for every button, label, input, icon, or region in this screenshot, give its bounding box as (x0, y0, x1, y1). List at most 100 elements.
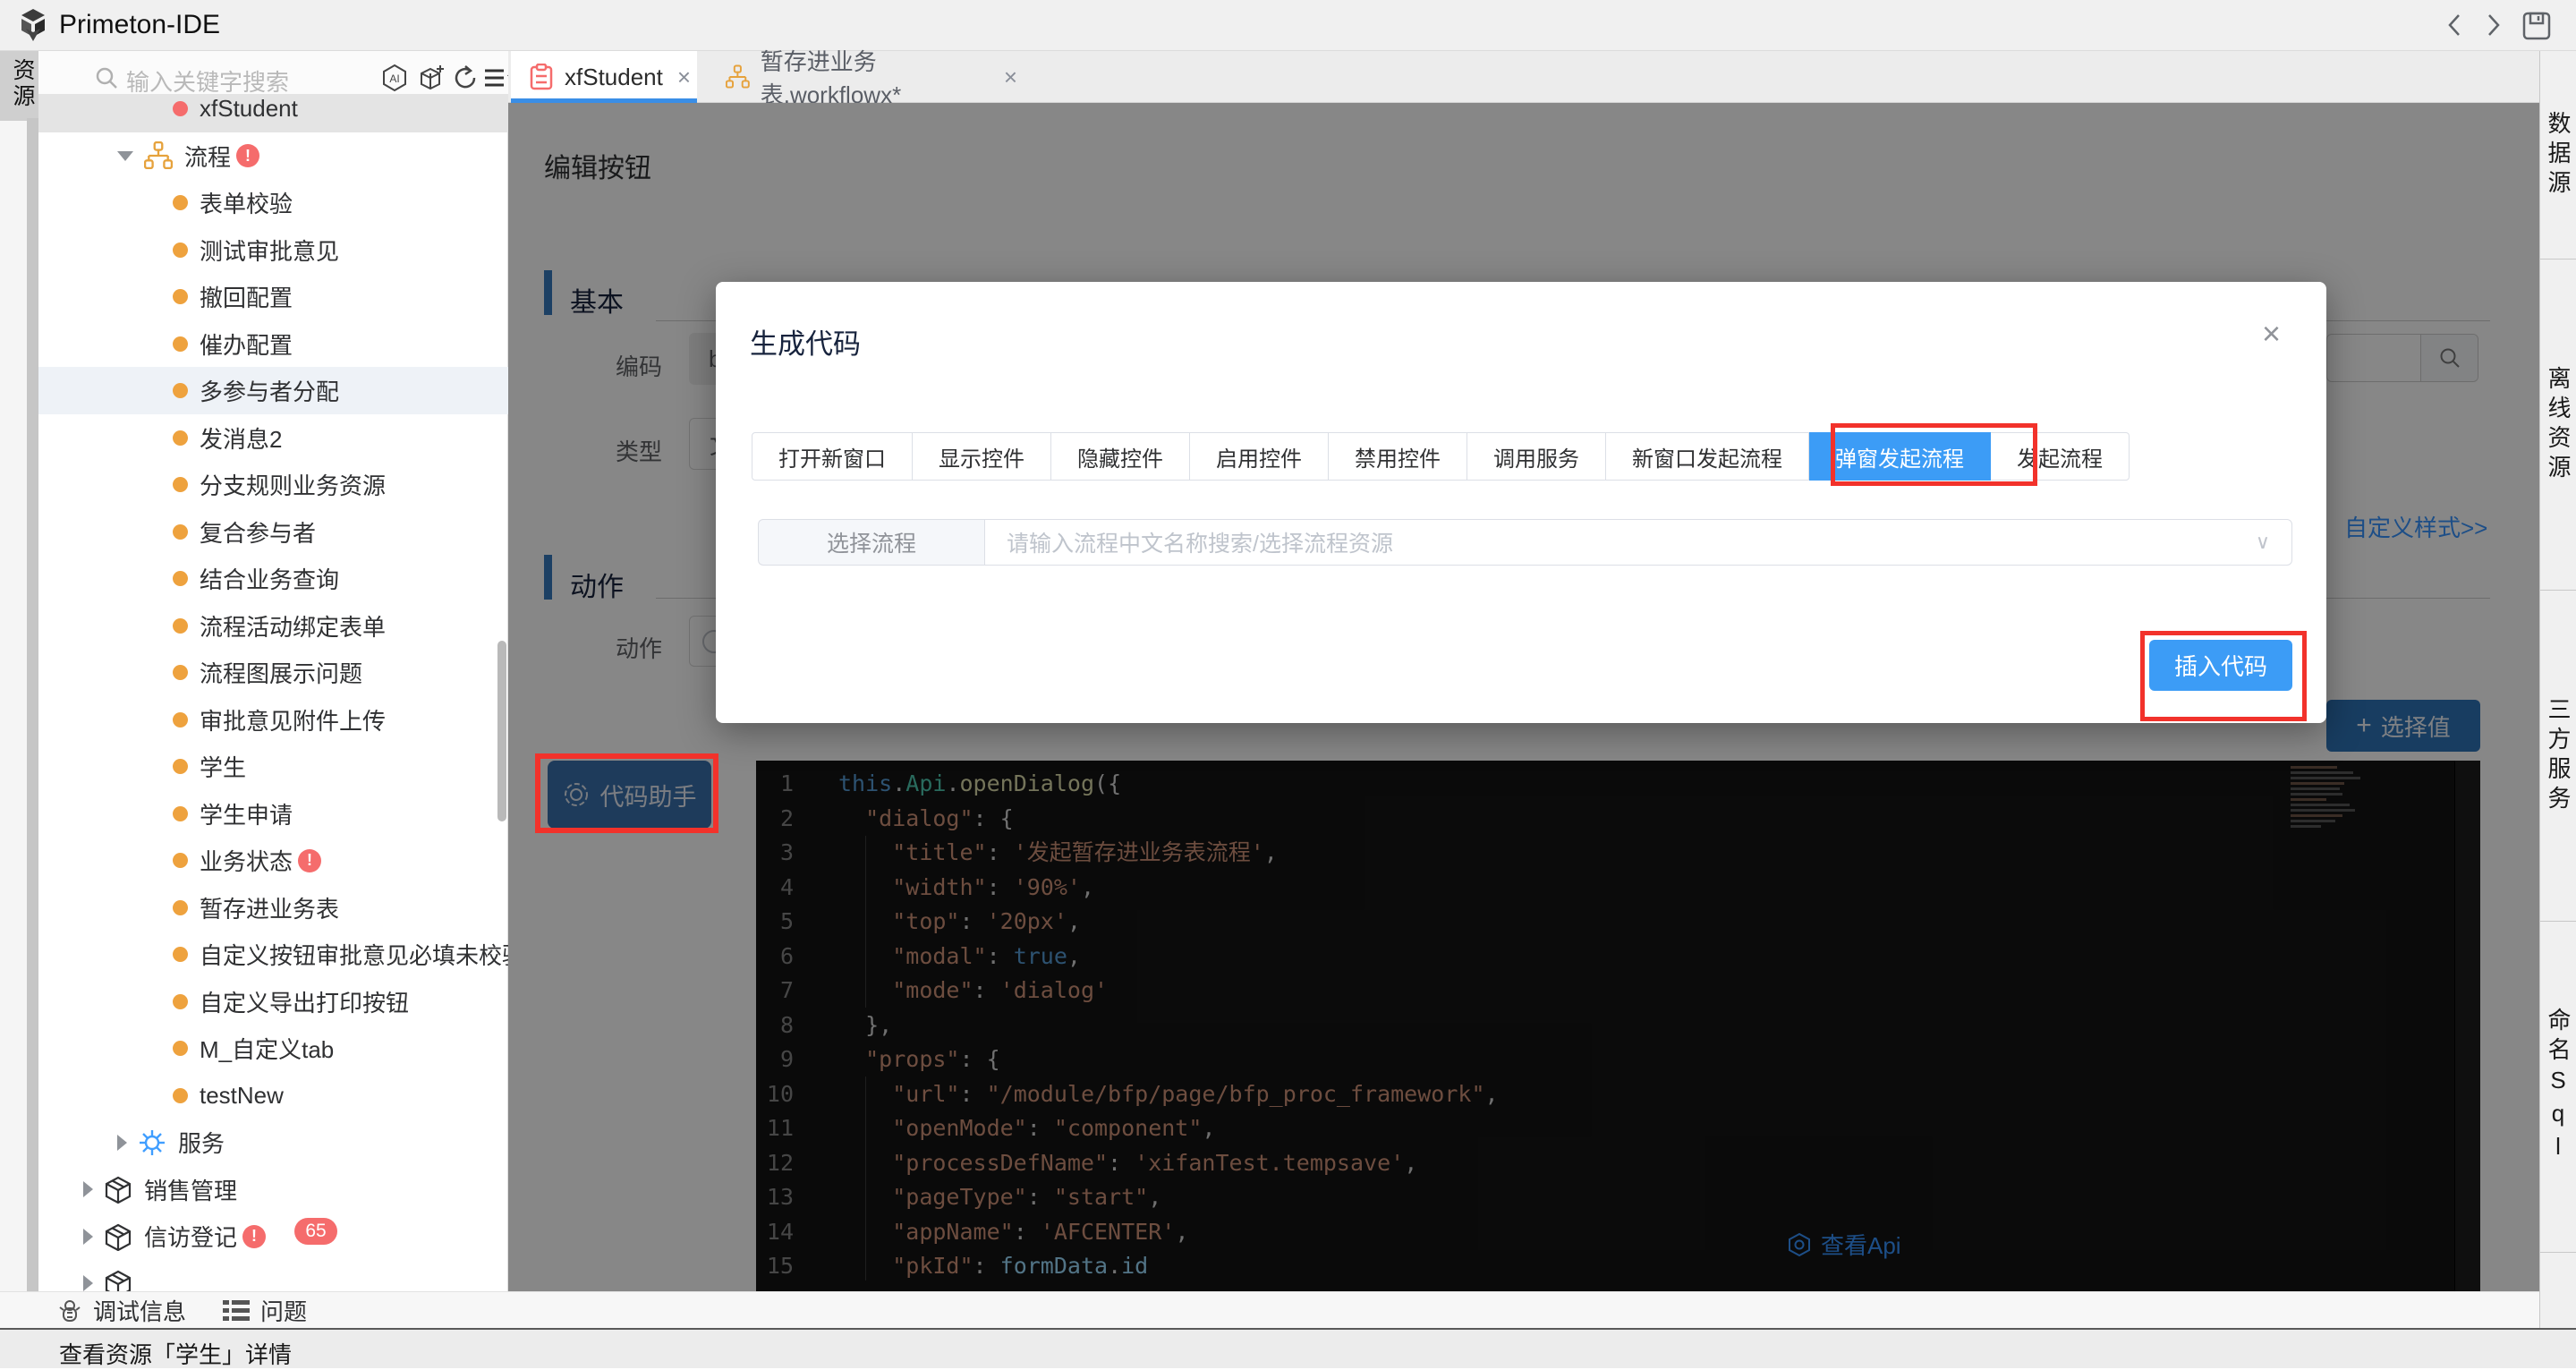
ai-icon[interactable]: AI (380, 64, 409, 92)
explorer-search-input[interactable]: 输入关键字搜索 (126, 64, 289, 98)
resource-dot-icon (173, 571, 188, 586)
tree-item-复合参与者[interactable]: 复合参与者 (38, 508, 508, 556)
status-bar: 查看资源「学生」详情 (0, 1328, 2576, 1368)
debug-info-item[interactable]: 调试信息 (55, 1292, 186, 1329)
action-tab-启用控件[interactable]: 启用控件 (1190, 432, 1329, 481)
action-tab-隐藏控件[interactable]: 隐藏控件 (1051, 432, 1190, 481)
tree-item-label: 信访登记 (144, 1220, 237, 1253)
app-logo-icon (14, 7, 52, 43)
tree-item-label: 多参与者分配 (200, 374, 339, 407)
tree-item-暂存进业务表[interactable]: 暂存进业务表 (38, 884, 508, 932)
right-rail-tab-数据源[interactable]: 数据源 (2540, 51, 2576, 260)
close-tab-icon[interactable]: × (1004, 64, 1017, 91)
tree-item-表单校验[interactable]: 表单校验 (38, 179, 508, 226)
form-icon (529, 64, 554, 90)
tree-item-分支规则业务资源[interactable]: 分支规则业务资源 (38, 461, 508, 508)
tree-item-服务[interactable]: 服务 (38, 1119, 508, 1166)
bug-icon (55, 1297, 84, 1325)
tree-item-发消息2[interactable]: 发消息2 (38, 414, 508, 462)
tree-item-信访登记[interactable]: 信访登记! (38, 1213, 508, 1260)
caret-right-icon[interactable] (117, 1135, 127, 1151)
action-tab-禁用控件[interactable]: 禁用控件 (1329, 432, 1467, 481)
resource-dot-icon (173, 994, 188, 1009)
tree-item-label: 流程图展示问题 (200, 656, 362, 689)
tree-item-学生申请[interactable]: 学生申请 (38, 790, 508, 838)
resource-dot-icon (173, 383, 188, 398)
app-title: Primeton-IDE (59, 10, 220, 40)
tab-workflow[interactable]: 暂存进业务表.workflowx* × (713, 51, 1017, 103)
chevron-down-icon: ∨ (2256, 531, 2270, 554)
tree-item-label: 自定义按钮审批意见必填未校验 (200, 938, 508, 971)
select-process-input[interactable]: 请输入流程中文名称搜索/选择流程资源 ∨ (984, 519, 2292, 566)
tree-item-结合业务查询[interactable]: 结合业务查询 (38, 555, 508, 602)
tree-item-流程图展示问题[interactable]: 流程图展示问题 (38, 649, 508, 696)
tree-item-label: 流程活动绑定表单 (200, 609, 386, 642)
close-tab-icon[interactable]: × (677, 64, 691, 91)
annotation-box-insert-code (2140, 631, 2307, 721)
tree-item-label: 业务状态 (200, 844, 293, 877)
tree-item-多参与者分配[interactable]: 多参与者分配 (38, 367, 508, 414)
tree-item-label: 流程 (184, 140, 231, 173)
tab-label: xfStudent (565, 64, 663, 91)
action-tab-调用服务[interactable]: 调用服务 (1467, 432, 1606, 481)
problems-item[interactable]: 问题 (221, 1292, 307, 1329)
tree-item-label: 学生 (200, 750, 246, 783)
tree-item-M_自定义tab[interactable]: M_自定义tab (38, 1025, 508, 1072)
tree-item-xfStudent[interactable]: xfStudent (38, 94, 508, 132)
add-resource-icon[interactable] (418, 64, 446, 92)
resource-dot-icon (173, 853, 188, 868)
tree-item-label: 审批意见附件上传 (200, 703, 386, 736)
tree-item-审批意见附件上传[interactable]: 审批意见附件上传 (38, 696, 508, 744)
action-tab-打开新窗口[interactable]: 打开新窗口 (752, 432, 913, 481)
resource-dot-icon (173, 759, 188, 774)
tab-xfstudent[interactable]: xfStudent × (511, 51, 697, 103)
tree-item-学生[interactable]: 学生 (38, 743, 508, 790)
nav-back-icon[interactable] (2441, 11, 2468, 39)
modal-title: 生成代码 (750, 321, 861, 362)
tree-item-流程活动绑定表单[interactable]: 流程活动绑定表单 (38, 602, 508, 650)
resource-dot-icon (173, 524, 188, 540)
resource-dot-icon (173, 101, 188, 116)
package-icon (104, 1269, 132, 1291)
tree-item-partial[interactable] (38, 1260, 508, 1292)
problems-count-badge: 65 (294, 1218, 337, 1245)
resource-explorer: 输入关键字搜索 AI En文 xfStudent流程!表单校验测试审批意见撤回配… (38, 51, 508, 1291)
generate-code-modal: 生成代码 × 打开新窗口显示控件隐藏控件启用控件禁用控件调用服务新窗口发起流程弹… (716, 282, 2326, 723)
nav-forward-icon[interactable] (2480, 11, 2507, 39)
svg-text:AI: AI (389, 72, 399, 85)
right-panel-rail: 数据源离线资源三方服务命名Sql (2539, 51, 2576, 1333)
action-tab-新窗口发起流程[interactable]: 新窗口发起流程 (1606, 432, 1809, 481)
error-badge: ! (236, 144, 259, 167)
package-icon (104, 1222, 132, 1251)
rail-tab-resources[interactable]: 资源 (0, 51, 38, 121)
refresh-icon[interactable] (452, 64, 479, 92)
resource-dot-icon (173, 477, 188, 492)
action-tab-显示控件[interactable]: 显示控件 (913, 432, 1051, 481)
tree-item-业务状态[interactable]: 业务状态! (38, 837, 508, 884)
tree-item-testNew[interactable]: testNew (38, 1072, 508, 1119)
save-icon[interactable] (2520, 9, 2554, 43)
tree-item-自定义按钮审批意见必填未校验[interactable]: 自定义按钮审批意见必填未校验 (38, 931, 508, 978)
modal-close-icon[interactable]: × (2262, 318, 2281, 350)
editor-tabs-bar: xfStudent × 暂存进业务表.workflowx* × (508, 51, 2539, 103)
tree-item-催办配置[interactable]: 催办配置 (38, 320, 508, 368)
workflow-icon (726, 64, 750, 90)
tree-item-自定义导出打印按钮[interactable]: 自定义导出打印按钮 (38, 978, 508, 1025)
caret-right-icon[interactable] (83, 1275, 93, 1291)
tree-item-流程[interactable]: 流程! (38, 132, 508, 180)
right-rail-tab-命名Sql[interactable]: 命名Sql (2540, 922, 2576, 1253)
right-rail-tab-三方服务[interactable]: 三方服务 (2540, 591, 2576, 922)
tree-item-测试审批意见[interactable]: 测试审批意见 (38, 226, 508, 274)
caret-right-icon[interactable] (83, 1181, 93, 1197)
tree-item-销售管理[interactable]: 销售管理 (38, 1166, 508, 1213)
right-rail-tab-离线资源[interactable]: 离线资源 (2540, 260, 2576, 591)
tree-item-label: M_自定义tab (200, 1032, 334, 1065)
left-activity-rail: 资源 (0, 51, 38, 1291)
resource-dot-icon (173, 430, 188, 446)
tree-item-撤回配置[interactable]: 撤回配置 (38, 273, 508, 320)
caret-down-icon[interactable] (117, 151, 133, 161)
tree-item-label: 结合业务查询 (200, 562, 339, 595)
tree-scrollbar[interactable] (497, 641, 506, 821)
error-badge: ! (242, 1225, 266, 1248)
caret-right-icon[interactable] (83, 1229, 93, 1245)
